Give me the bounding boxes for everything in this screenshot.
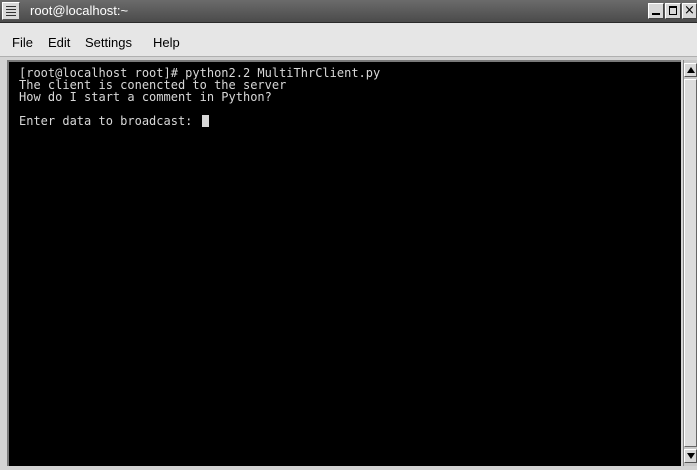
menu-file[interactable]: File [12,35,33,51]
vertical-scrollbar[interactable] [683,60,697,466]
scroll-thumb[interactable] [684,79,697,447]
title-bar[interactable]: root@localhost:~ × [0,0,697,23]
window-menu-icon[interactable] [2,2,20,20]
menu-settings[interactable]: Settings [85,35,132,51]
terminal-prompt-line: Enter data to broadcast: [19,115,209,128]
terminal-output[interactable]: [root@localhost root]# python2.2 MultiTh… [7,60,681,466]
window-title: root@localhost:~ [30,3,129,18]
terminal-window: root@localhost:~ × File Edit Settings He… [0,0,697,470]
text-cursor [201,115,209,127]
maximize-icon[interactable] [665,3,681,19]
menu-edit[interactable]: Edit [48,35,70,51]
menu-help[interactable]: Help [153,35,180,51]
terminal-prompt: Enter data to broadcast: [19,114,200,128]
terminal-line: How do I start a comment in Python? [19,90,272,104]
scroll-up-arrow-icon[interactable] [684,63,697,77]
close-icon[interactable]: × [682,3,697,19]
scroll-down-arrow-icon[interactable] [684,449,697,463]
menu-bar: File Edit Settings Help [0,23,697,57]
minimize-icon[interactable] [648,3,664,19]
